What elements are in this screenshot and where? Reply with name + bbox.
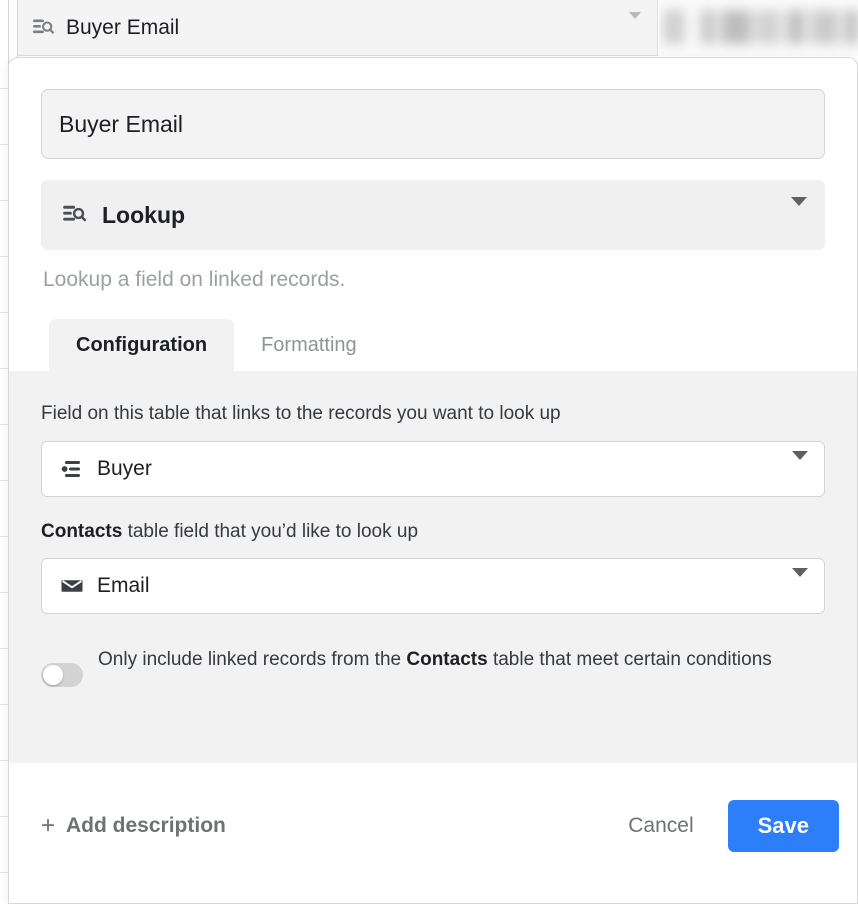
conditions-toggle-label: Only include linked records from the Con…	[98, 644, 825, 675]
screen: Buyer Email Buyer Email Lookup Lookup a …	[0, 0, 858, 904]
chevron-down-icon[interactable]	[791, 197, 807, 224]
conditions-text-table: Contacts	[406, 649, 488, 671]
lookup-field-label-rest: table field that you’d like to look up	[122, 520, 419, 542]
add-description-button[interactable]: + Add description	[41, 814, 226, 838]
lookup-field-select[interactable]: Email	[41, 558, 825, 615]
field-name-input[interactable]	[41, 89, 825, 159]
lookup-field-value: Email	[97, 574, 150, 598]
field-header-label: Buyer Email	[66, 15, 180, 39]
tab-configuration[interactable]: Configuration	[49, 319, 235, 371]
email-icon	[59, 573, 85, 599]
conditions-toggle[interactable]	[41, 663, 83, 688]
field-editor-dialog: Lookup Lookup a field on linked records.…	[8, 57, 858, 904]
plus-icon: +	[41, 812, 56, 839]
chevron-down-icon[interactable]	[792, 568, 808, 595]
dialog-top-section: Lookup Lookup a field on linked records.…	[9, 58, 857, 371]
link-field-label: Field on this table that links to the re…	[41, 403, 561, 424]
link-field-select[interactable]: Buyer	[41, 440, 825, 497]
conditions-toggle-row: Only include linked records from the Con…	[41, 644, 825, 688]
redacted-region	[659, 0, 858, 56]
field-type-select[interactable]: Lookup	[41, 180, 825, 250]
conditions-text-before: Only include linked records from the	[98, 649, 407, 671]
chevron-down-icon[interactable]	[629, 11, 641, 37]
dialog-tabs: Configuration Formatting	[41, 319, 825, 371]
cancel-button[interactable]: Cancel	[606, 802, 715, 850]
lookup-icon	[30, 15, 56, 41]
chevron-down-icon[interactable]	[792, 450, 808, 478]
lookup-icon	[60, 201, 88, 229]
field-type-label: Lookup	[102, 201, 186, 228]
blur-band	[659, 10, 858, 44]
field-header-bar[interactable]: Buyer Email	[18, 0, 658, 56]
link-field-value: Buyer	[97, 456, 152, 480]
conditions-text-after: table that meet certain conditions	[487, 649, 772, 671]
toggle-knob	[43, 665, 63, 686]
lookup-field-label: Contacts table field that you’d like to …	[41, 519, 825, 545]
dialog-footer: + Add description Cancel Save	[9, 763, 857, 889]
lookup-field-label-table: Contacts	[41, 520, 123, 542]
tab-formatting[interactable]: Formatting	[234, 319, 384, 371]
add-description-label: Add description	[66, 814, 226, 837]
field-type-description: Lookup a field on linked records.	[43, 268, 346, 291]
configuration-panel: Field on this table that links to the re…	[9, 371, 857, 763]
save-button[interactable]: Save	[727, 800, 839, 852]
linked-record-icon	[59, 456, 85, 482]
